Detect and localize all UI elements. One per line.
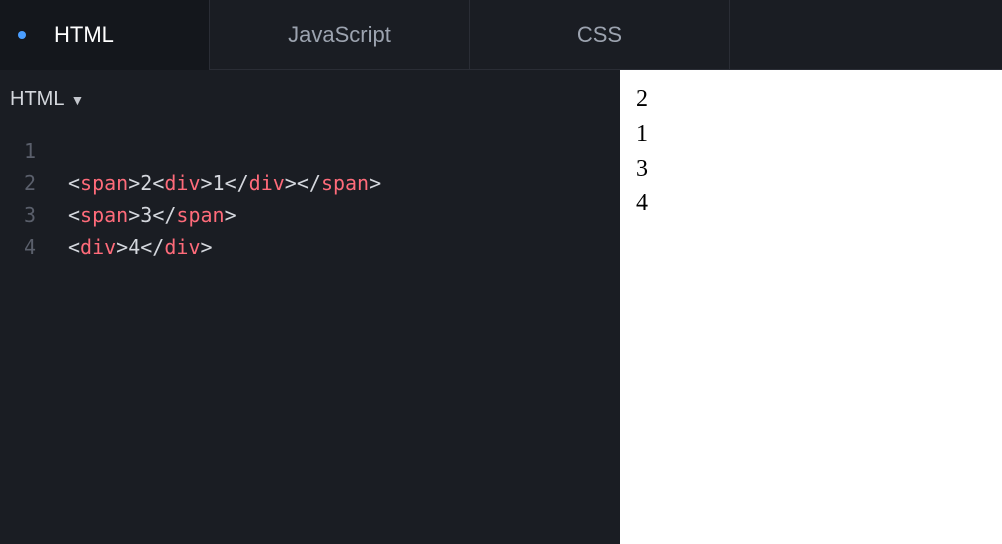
code-token-punct: </	[225, 171, 249, 195]
tab-bar-empty	[730, 0, 1002, 70]
code-content[interactable]: <span>2<div>1</div></span><span>3</span>…	[48, 135, 381, 263]
code-token-punct: <	[68, 171, 80, 195]
code-token-punct: <	[152, 171, 164, 195]
code-token-punct: >	[116, 235, 128, 259]
tab-javascript[interactable]: JavaScript	[210, 0, 470, 70]
preview-line: 2	[636, 82, 986, 117]
line-number: 4	[0, 231, 36, 263]
code-token-punct: >	[369, 171, 381, 195]
code-token-punct: >	[200, 171, 212, 195]
code-line[interactable]: <span>3</span>	[68, 199, 381, 231]
code-token-punct: >	[128, 171, 140, 195]
code-token-punct: >	[285, 171, 297, 195]
code-token-punct: >	[200, 235, 212, 259]
code-token-tagname: span	[80, 203, 128, 227]
code-line[interactable]: <div>4</div>	[68, 231, 381, 263]
code-line[interactable]: <span>2<div>1</div></span>	[68, 167, 381, 199]
preview-line: 3	[636, 152, 986, 187]
code-area[interactable]: 1234 <span>2<div>1</div></span><span>3</…	[0, 125, 620, 263]
line-number: 1	[0, 135, 36, 167]
code-token-plain: 4	[128, 235, 140, 259]
tab-label: JavaScript	[288, 22, 391, 48]
tab-css[interactable]: CSS	[470, 0, 730, 70]
tab-label: CSS	[577, 22, 622, 48]
language-selector[interactable]: HTML ▼	[0, 70, 620, 125]
preview-pane: 2 1 3 4	[620, 70, 1002, 544]
code-token-tagname: span	[80, 171, 128, 195]
code-token-punct: <	[68, 235, 80, 259]
code-token-punct: >	[128, 203, 140, 227]
code-token-punct: </	[152, 203, 176, 227]
code-token-tagname: span	[321, 171, 369, 195]
line-number: 3	[0, 199, 36, 231]
line-number-gutter: 1234	[0, 135, 48, 263]
tab-bar: HTML JavaScript CSS	[0, 0, 1002, 70]
code-token-punct: <	[68, 203, 80, 227]
code-token-tagname: div	[249, 171, 285, 195]
chevron-down-icon: ▼	[70, 92, 84, 108]
line-number: 2	[0, 167, 36, 199]
preview-line: 4	[636, 186, 986, 221]
tab-label: HTML	[54, 22, 114, 48]
code-token-punct: </	[140, 235, 164, 259]
code-token-tagname: div	[164, 235, 200, 259]
code-token-tagname: div	[164, 171, 200, 195]
code-token-punct: </	[297, 171, 321, 195]
code-token-plain: 3	[140, 203, 152, 227]
code-token-plain: 1	[213, 171, 225, 195]
code-token-tagname: span	[176, 203, 224, 227]
modified-indicator-dot	[18, 31, 26, 39]
code-token-punct: >	[225, 203, 237, 227]
main-area: HTML ▼ 1234 <span>2<div>1</div></span><s…	[0, 70, 1002, 544]
code-line[interactable]	[68, 135, 381, 167]
code-token-plain: 2	[140, 171, 152, 195]
editor-pane: HTML ▼ 1234 <span>2<div>1</div></span><s…	[0, 70, 620, 544]
tab-html[interactable]: HTML	[0, 0, 210, 70]
code-token-tagname: div	[80, 235, 116, 259]
preview-line: 1	[636, 117, 986, 152]
language-selector-label: HTML	[10, 88, 64, 111]
